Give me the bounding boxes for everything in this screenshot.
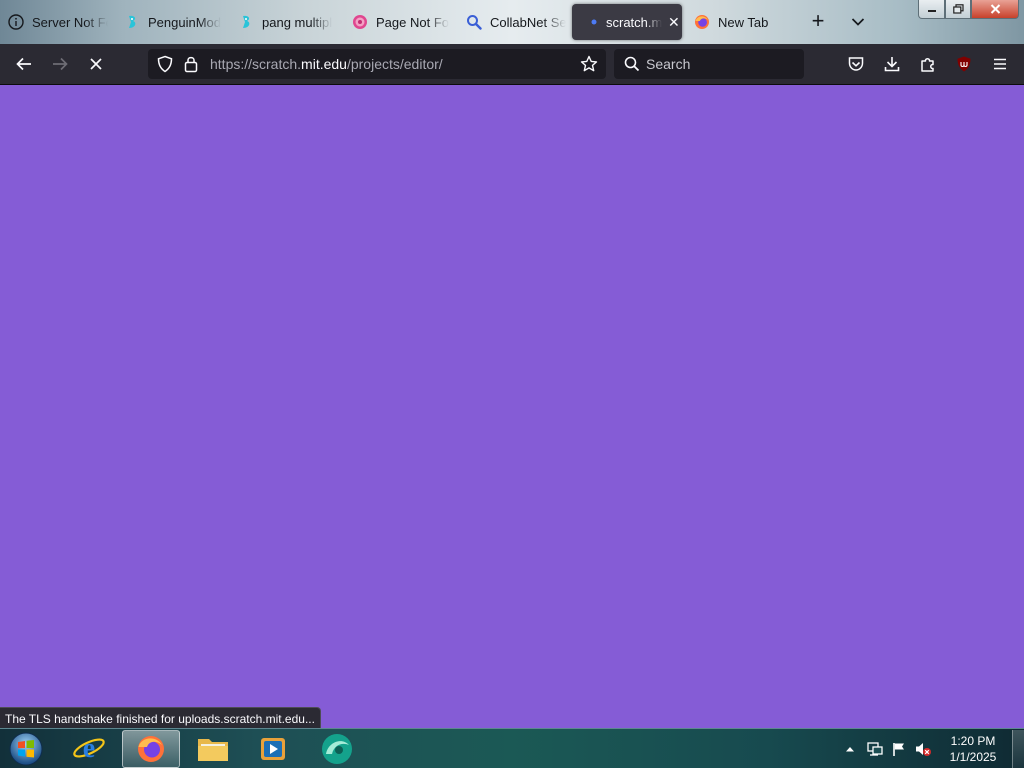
- ublock-extension-button[interactable]: [952, 52, 976, 76]
- close-window-button[interactable]: [971, 0, 1019, 19]
- caret-up-icon: [846, 747, 854, 752]
- system-clock[interactable]: 1:20 PM 1/1/2025: [940, 733, 1006, 765]
- tab-page-not-found[interactable]: Page Not Fo: [352, 4, 452, 40]
- tab-label: pang multipl: [262, 14, 333, 30]
- magnifier-icon: [466, 14, 482, 30]
- penguinmod-icon: [124, 14, 140, 30]
- tab-scratch-active[interactable]: scratch.mi ✕: [572, 4, 682, 40]
- stop-icon: [90, 58, 102, 70]
- speaker-muted-icon: [916, 743, 931, 756]
- search-bar[interactable]: Search: [614, 49, 804, 79]
- stop-loading-button[interactable]: [84, 52, 108, 76]
- tab-label: scratch.mi: [606, 14, 662, 30]
- tab-pang-multiplayer[interactable]: pang multipl: [238, 4, 338, 40]
- ie-icon: e: [73, 733, 105, 764]
- tracking-protection-shield-icon[interactable]: [156, 55, 174, 78]
- desktop-screen: Server Not Fo PenguinMod pang multipl Pa…: [0, 0, 1024, 768]
- flag-icon: [893, 743, 904, 756]
- taskbar-firefox[interactable]: [122, 730, 180, 768]
- pocket-icon: [848, 57, 864, 71]
- tab-strip: Server Not Fo PenguinMod pang multipl Pa…: [0, 0, 1024, 44]
- url-prefix: https://scratch.: [210, 56, 302, 72]
- tab-label: Server Not Fo: [32, 14, 108, 30]
- forward-button[interactable]: [48, 52, 72, 76]
- show-desktop-button[interactable]: [1012, 730, 1024, 768]
- firefox-icon: [694, 14, 710, 30]
- downloads-button[interactable]: [880, 52, 904, 76]
- tab-label: New Tab: [718, 14, 769, 30]
- tab-server-not-found[interactable]: Server Not Fo: [8, 4, 108, 40]
- close-icon: [990, 4, 1000, 14]
- folder-icon: [198, 739, 228, 761]
- start-button[interactable]: [6, 730, 46, 768]
- chevron-down-icon: [851, 18, 865, 26]
- address-bar[interactable]: https://scratch.mit.edu/projects/editor/: [148, 49, 606, 79]
- url-path: /projects/editor/: [346, 56, 443, 72]
- tab-label: Page Not Fo: [376, 14, 449, 30]
- search-placeholder: Search: [646, 56, 691, 72]
- firefox-icon: [138, 736, 164, 762]
- navigation-toolbar: https://scratch.mit.edu/projects/editor/…: [0, 44, 1024, 106]
- taskbar-internet-explorer[interactable]: e: [60, 730, 118, 768]
- download-icon: [884, 57, 900, 72]
- hamburger-menu-icon: [994, 58, 1006, 70]
- volume-tray-icon[interactable]: [912, 729, 934, 768]
- arrow-left-icon: [16, 57, 31, 71]
- svg-text:e: e: [83, 733, 95, 764]
- tab-collabnet[interactable]: CollabNet Se: [466, 4, 566, 40]
- windows-taskbar: e 1:20 PM 1/1/2025: [0, 728, 1024, 768]
- back-button[interactable]: [12, 52, 36, 76]
- minimize-icon: [927, 10, 936, 12]
- arrow-right-icon: [53, 57, 68, 71]
- penguinmod-icon: [238, 14, 254, 30]
- ublock-shield-icon: [957, 56, 971, 72]
- windows-orb-icon: [9, 732, 43, 766]
- puzzle-piece-icon: [921, 58, 934, 72]
- window-controls: [918, 0, 1019, 19]
- show-hidden-icons-button[interactable]: [842, 729, 858, 768]
- pocket-button[interactable]: [844, 52, 868, 76]
- app-menu-button[interactable]: [988, 52, 1012, 76]
- bookmark-star-icon[interactable]: [580, 55, 598, 78]
- taskbar-media-player[interactable]: [244, 730, 302, 768]
- extensions-button[interactable]: [916, 52, 940, 76]
- url-text[interactable]: https://scratch.mit.edu/projects/editor/: [210, 56, 443, 72]
- list-all-tabs-button[interactable]: [846, 10, 870, 34]
- search-icon: [624, 56, 640, 77]
- lock-icon[interactable]: [184, 55, 198, 78]
- tab-new-tab[interactable]: New Tab: [694, 4, 794, 40]
- restore-icon: [952, 4, 964, 14]
- url-host: mit.edu: [301, 56, 347, 72]
- clock-time: 1:20 PM: [950, 734, 996, 748]
- pinwheel-icon: [352, 14, 368, 30]
- status-panel: The TLS handshake finished for uploads.s…: [0, 707, 321, 729]
- close-tab-icon[interactable]: ✕: [668, 14, 680, 31]
- action-center-tray-icon[interactable]: [888, 729, 910, 768]
- taskbar-teal-browser[interactable]: [308, 730, 366, 768]
- tab-penguinmod[interactable]: PenguinMod: [124, 4, 224, 40]
- minimize-button[interactable]: [918, 0, 945, 19]
- network-tray-icon[interactable]: [864, 729, 886, 768]
- tab-label: PenguinMod: [148, 14, 221, 30]
- network-icon: [867, 742, 883, 756]
- taskbar-windows-explorer[interactable]: [184, 730, 242, 768]
- info-icon: [8, 14, 24, 30]
- restore-button[interactable]: [945, 0, 971, 19]
- page-content-loading: [0, 85, 1024, 728]
- media-player-icon: [261, 738, 285, 760]
- teal-browser-icon: [322, 734, 352, 764]
- loading-dot-icon: [590, 14, 598, 30]
- new-tab-button[interactable]: +: [806, 10, 830, 34]
- tab-label: CollabNet Se: [490, 14, 566, 30]
- clock-date: 1/1/2025: [949, 750, 997, 764]
